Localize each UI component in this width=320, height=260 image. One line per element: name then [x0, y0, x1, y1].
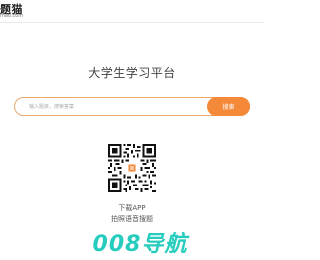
site-header: 题猫 mao.com [0, 0, 264, 23]
search-button[interactable]: 搜索 [207, 97, 250, 116]
logo-domain: mao.com [0, 13, 24, 19]
download-app-label[interactable]: 下载APP [0, 203, 264, 213]
watermark: 008导航 [92, 232, 188, 257]
search-input[interactable] [23, 98, 215, 115]
page-title: 大学生学习平台 [88, 66, 176, 80]
qr-code-icon [108, 144, 156, 192]
app-name-label: 拍照语音搜题 [111, 215, 153, 223]
search-bar: 搜索 [14, 97, 250, 116]
